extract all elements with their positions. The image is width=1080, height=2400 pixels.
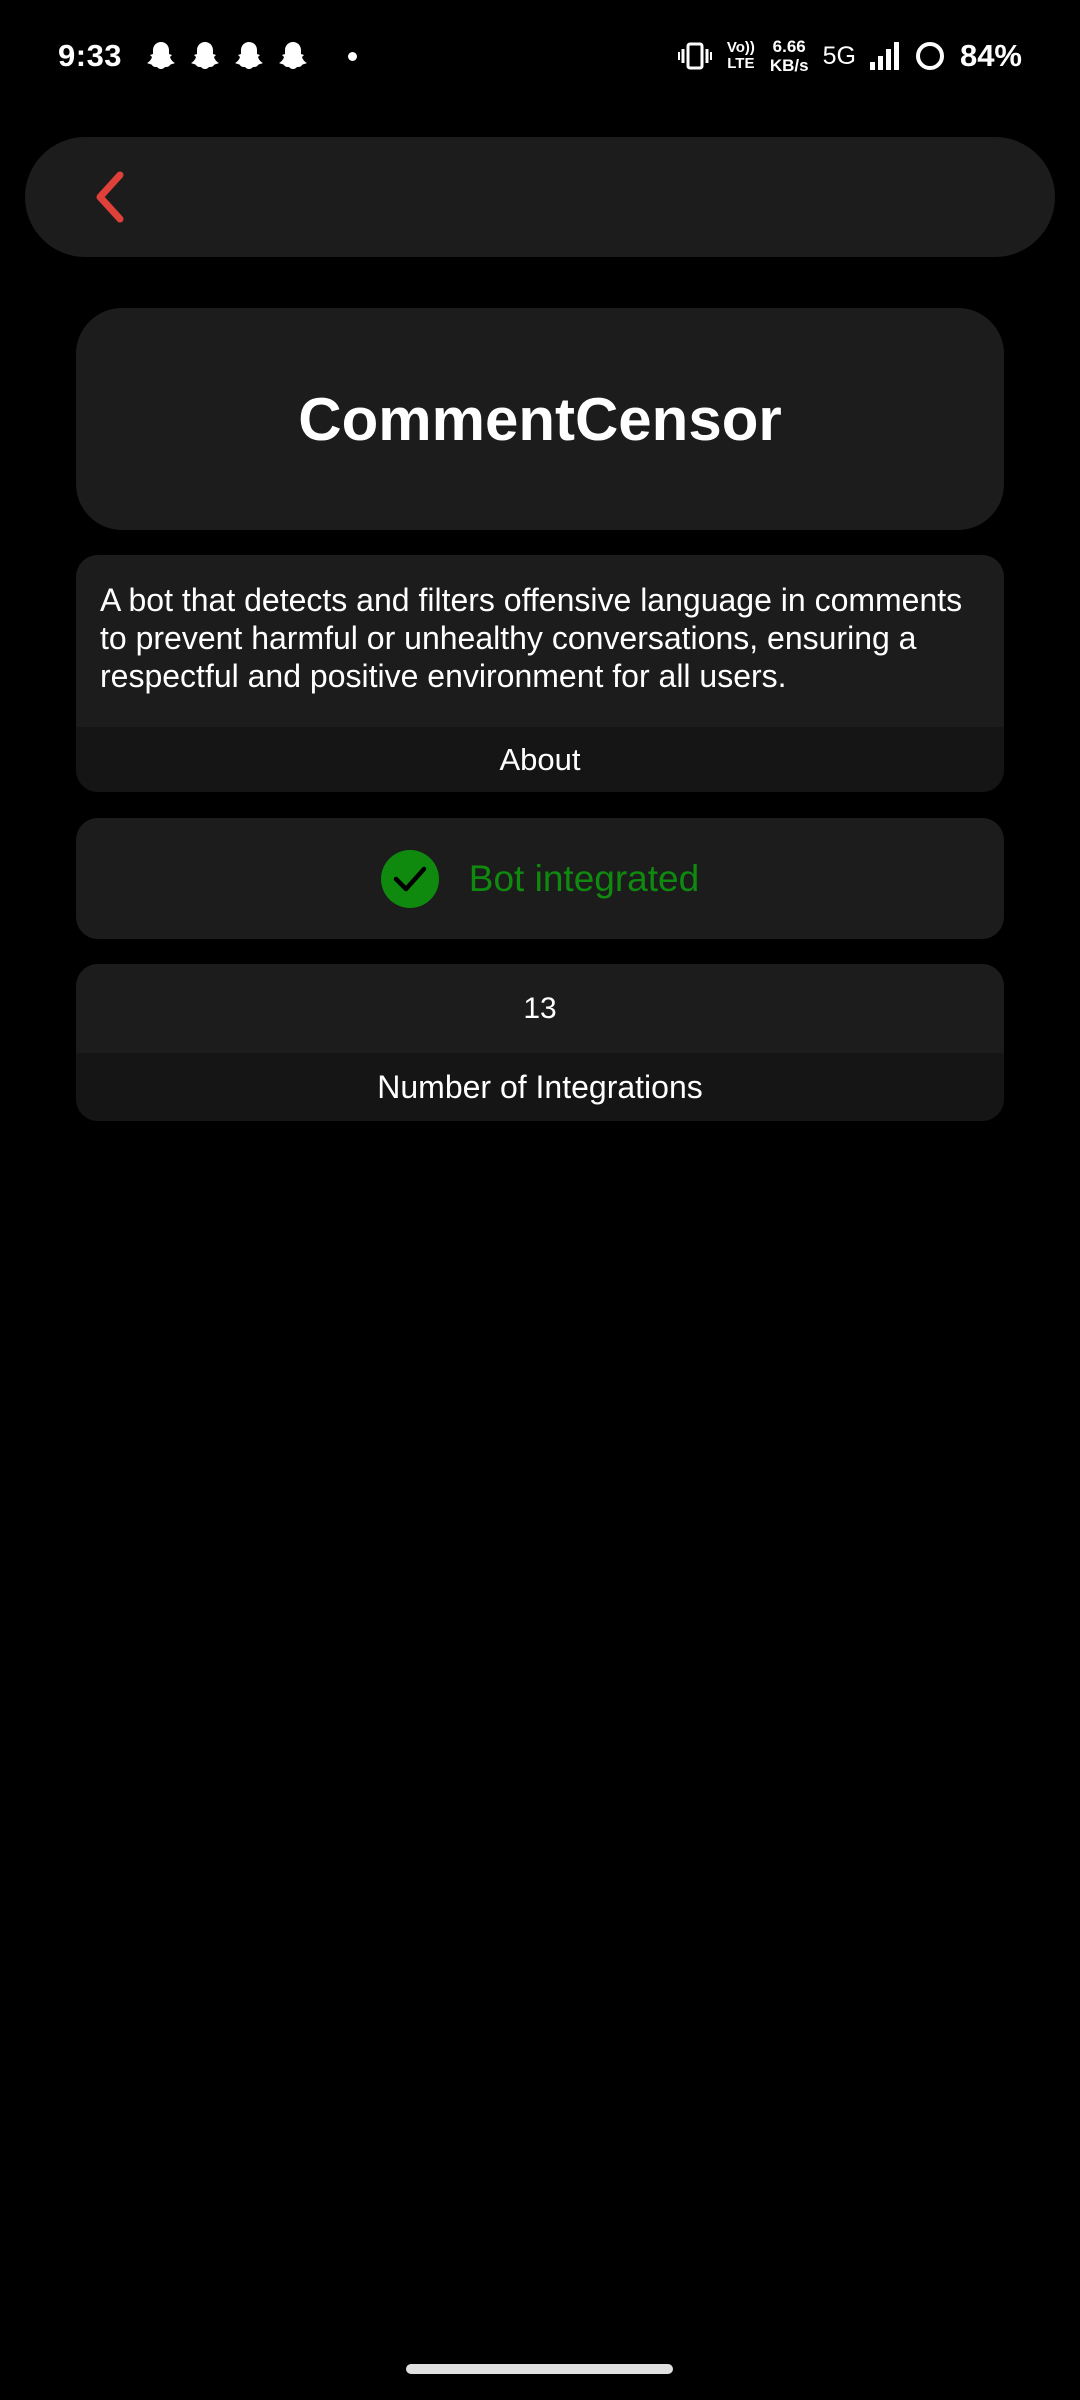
- battery-level: 84%: [959, 38, 1022, 73]
- top-app-bar: [25, 137, 1055, 257]
- bot-description: A bot that detects and filters offensive…: [100, 582, 963, 694]
- vibrate-icon: [677, 42, 712, 70]
- volte-indicator: Vo)) LTE: [726, 39, 755, 72]
- net-speed-value: 6.66: [772, 37, 806, 56]
- snapchat-icon: [235, 42, 264, 69]
- more-notifications-dot: [348, 51, 358, 61]
- back-button[interactable]: [65, 152, 155, 242]
- status-left: 9:33: [58, 38, 358, 74]
- about-card: A bot that detects and filters offensive…: [76, 555, 1004, 792]
- integration-status-card[interactable]: Bot integrated: [76, 818, 1004, 939]
- snapchat-icon: [147, 42, 176, 69]
- integrations-count-card: 13 Number of Integrations: [76, 964, 1004, 1121]
- battery-ring-icon: [915, 42, 944, 70]
- net-speed-unit: KB/s: [769, 56, 809, 75]
- integration-status-text: Bot integrated: [468, 857, 700, 899]
- status-right: Vo)) LTE 6.66 KB/s 5G 84%: [677, 37, 1022, 75]
- home-indicator[interactable]: [406, 2364, 673, 2374]
- snapchat-icon: [279, 42, 308, 69]
- bot-title-card: CommentCensor: [76, 308, 1004, 530]
- about-label: About: [76, 727, 1004, 792]
- signal-icon: [869, 42, 899, 70]
- status-time: 9:33: [58, 38, 123, 73]
- integrations-label: Number of Integrations: [76, 1053, 1004, 1121]
- check-circle-icon: [380, 849, 439, 908]
- network-type: 5G: [822, 41, 856, 70]
- bot-name: CommentCensor: [298, 385, 782, 453]
- net-speed: 6.66 KB/s: [770, 37, 809, 75]
- chevron-left-icon: [96, 171, 124, 223]
- snapchat-icon: [191, 42, 220, 69]
- checkmark-icon: [393, 866, 427, 891]
- integrations-count: 13: [523, 991, 557, 1025]
- status-bar: 9:33 Vo)) LTE 6.66 KB/s 5G 84%: [0, 0, 1080, 112]
